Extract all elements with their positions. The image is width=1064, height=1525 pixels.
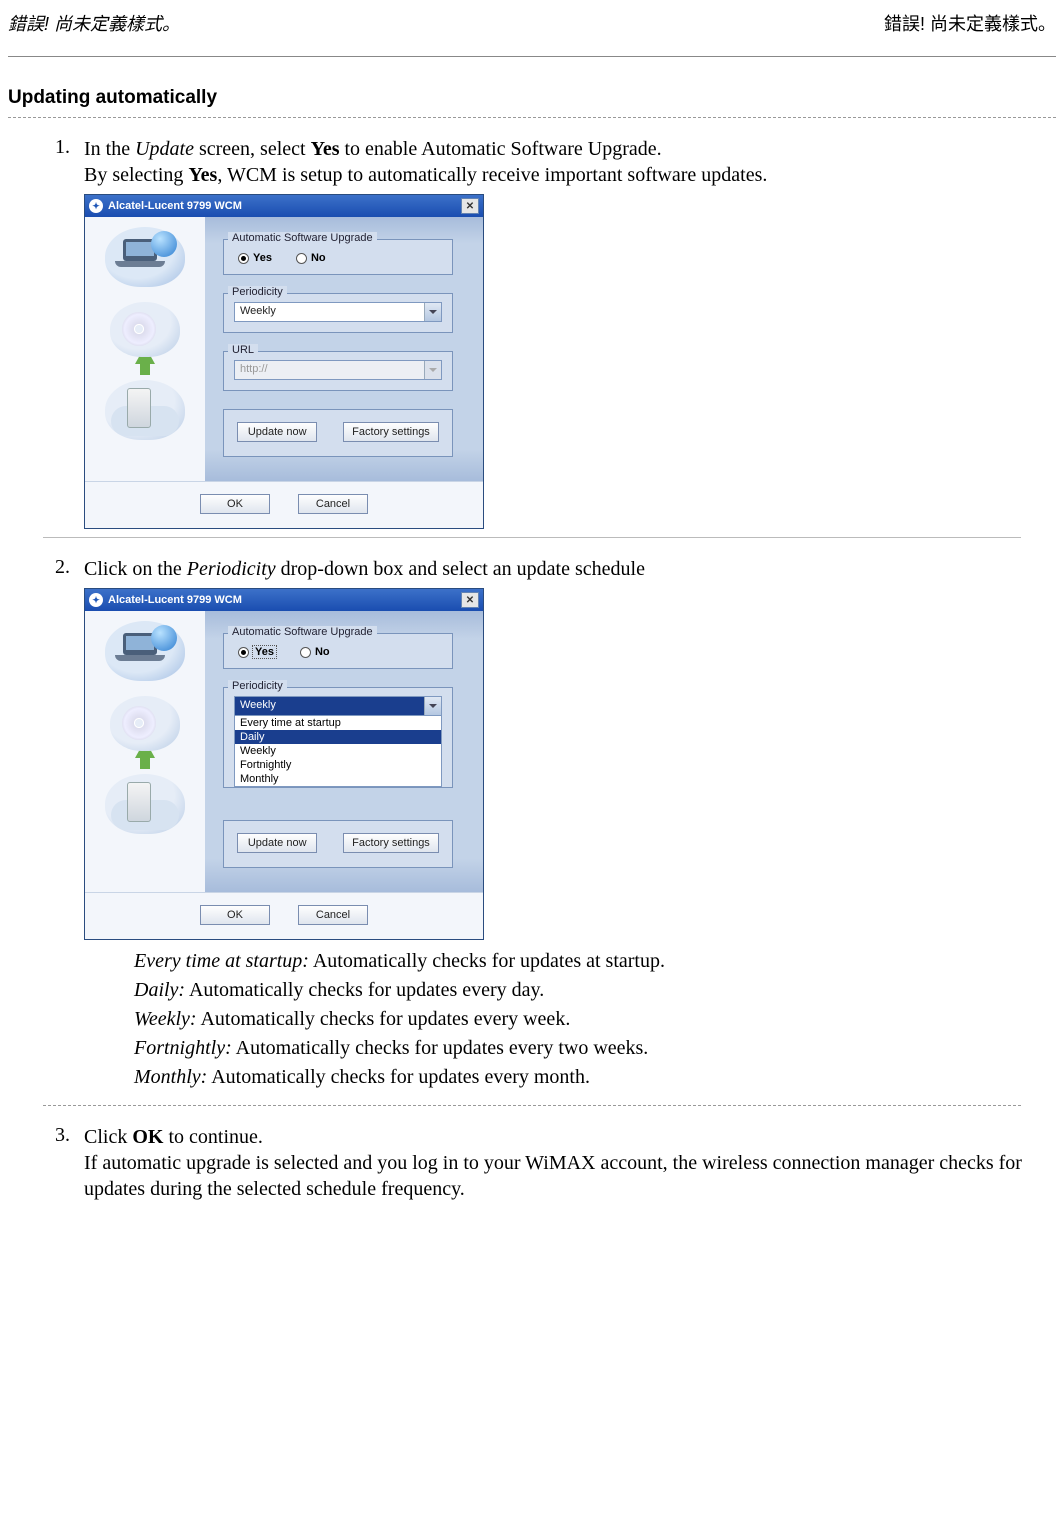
dialog-illustration <box>85 611 205 892</box>
dialog-footer: OK Cancel <box>85 892 483 939</box>
step-1: 1. In the Update screen, select Yes to e… <box>48 136 1056 188</box>
ok-button[interactable]: OK <box>200 494 270 514</box>
server-cloud-icon <box>105 380 185 440</box>
divider <box>43 537 1021 538</box>
page-header: 錯誤! 尚未定義樣式。 錯誤! 尚未定義樣式。 <box>8 10 1056 36</box>
ok-button[interactable]: OK <box>200 905 270 925</box>
url-label: URL <box>228 344 258 356</box>
chevron-down-icon <box>424 361 441 379</box>
app-icon: ✦ <box>89 593 103 607</box>
periodicity-combo[interactable]: Weekly <box>234 302 442 322</box>
option-daily[interactable]: Daily <box>235 730 441 744</box>
radio-yes[interactable]: Yes <box>238 646 276 658</box>
header-error-left: 錯誤! 尚未定義樣式。 <box>8 10 180 36</box>
desc-weekly: Weekly: Automatically checks for updates… <box>134 1006 1056 1033</box>
section-title: Updating automatically <box>8 87 1056 109</box>
auto-upgrade-label: Automatic Software Upgrade <box>228 626 377 638</box>
desc-fortnightly: Fortnightly: Automatically checks for up… <box>134 1035 1056 1062</box>
header-rule <box>8 56 1056 57</box>
screenshot-1: ✦ Alcatel-Lucent 9799 WCM ✕ Automatic So… <box>84 194 1056 529</box>
app-icon: ✦ <box>89 199 103 213</box>
auto-upgrade-fieldset: Automatic Software Upgrade Yes No <box>223 633 453 669</box>
option-fortnightly[interactable]: Fortnightly <box>235 758 441 772</box>
periodicity-descriptions: Every time at startup: Automatically che… <box>134 948 1056 1091</box>
up-arrow-icon <box>135 354 155 375</box>
screenshot-2: ✦ Alcatel-Lucent 9799 WCM ✕ Automatic So… <box>84 588 1056 940</box>
auto-upgrade-fieldset: Automatic Software Upgrade Yes No <box>223 239 453 275</box>
url-fieldset: URL http:// <box>223 351 453 391</box>
action-fieldset: Update now Factory settings <box>223 820 453 868</box>
server-cloud-icon <box>105 774 185 834</box>
option-weekly[interactable]: Weekly <box>235 744 441 758</box>
chevron-down-icon[interactable] <box>424 303 441 321</box>
cancel-button[interactable]: Cancel <box>298 494 368 514</box>
factory-settings-button[interactable]: Factory settings <box>343 833 439 853</box>
action-fieldset: Update now Factory settings <box>223 409 453 457</box>
periodicity-combo[interactable]: Weekly <box>234 696 442 716</box>
step-body: Click on the Periodicity drop-down box a… <box>84 556 1056 582</box>
step-2: 2. Click on the Periodicity drop-down bo… <box>48 556 1056 582</box>
desc-monthly: Monthly: Automatically checks for update… <box>134 1064 1056 1091</box>
divider <box>43 1105 1021 1106</box>
periodicity-fieldset: Periodicity Weekly <box>223 293 453 333</box>
dialog-footer: OK Cancel <box>85 481 483 528</box>
section-rule <box>8 117 1056 118</box>
laptop-globe-icon <box>105 227 185 287</box>
wcm-dialog: ✦ Alcatel-Lucent 9799 WCM ✕ Automatic So… <box>84 588 484 940</box>
periodicity-fieldset: Periodicity Weekly Every time at startup… <box>223 687 453 788</box>
periodicity-label: Periodicity <box>228 680 287 692</box>
cd-icon <box>110 696 180 751</box>
periodicity-list[interactable]: Every time at startup Daily Weekly Fortn… <box>234 716 442 787</box>
dialog-illustration <box>85 217 205 481</box>
laptop-globe-icon <box>105 621 185 681</box>
wcm-dialog: ✦ Alcatel-Lucent 9799 WCM ✕ Automatic So… <box>84 194 484 529</box>
cd-icon <box>110 302 180 357</box>
step-num: 3. <box>48 1124 84 1202</box>
step-body: In the Update screen, select Yes to enab… <box>84 136 1056 188</box>
auto-upgrade-label: Automatic Software Upgrade <box>228 232 377 244</box>
radio-yes[interactable]: Yes <box>238 252 272 264</box>
dialog-titlebar: ✦ Alcatel-Lucent 9799 WCM ✕ <box>85 589 483 611</box>
option-monthly[interactable]: Monthly <box>235 772 441 786</box>
chevron-down-icon[interactable] <box>424 697 441 715</box>
close-button[interactable]: ✕ <box>461 592 479 608</box>
periodicity-value: Weekly <box>235 303 424 321</box>
radio-no[interactable]: No <box>300 646 330 658</box>
update-now-button[interactable]: Update now <box>237 833 317 853</box>
dialog-title: Alcatel-Lucent 9799 WCM <box>108 594 461 606</box>
update-now-button[interactable]: Update now <box>237 422 317 442</box>
url-value: http:// <box>235 361 424 379</box>
close-button[interactable]: ✕ <box>461 198 479 214</box>
cancel-button[interactable]: Cancel <box>298 905 368 925</box>
step-num: 1. <box>48 136 84 188</box>
step-body: Click OK to continue. If automatic upgra… <box>84 1124 1056 1202</box>
up-arrow-icon <box>135 748 155 769</box>
header-error-right: 錯誤! 尚未定義樣式。 <box>884 10 1056 36</box>
url-combo: http:// <box>234 360 442 380</box>
factory-settings-button[interactable]: Factory settings <box>343 422 439 442</box>
step-3: 3. Click OK to continue. If automatic up… <box>48 1124 1056 1202</box>
periodicity-label: Periodicity <box>228 286 287 298</box>
radio-no[interactable]: No <box>296 252 326 264</box>
dialog-titlebar: ✦ Alcatel-Lucent 9799 WCM ✕ <box>85 195 483 217</box>
desc-daily: Daily: Automatically checks for updates … <box>134 977 1056 1004</box>
dialog-title: Alcatel-Lucent 9799 WCM <box>108 200 461 212</box>
periodicity-value: Weekly <box>235 697 424 715</box>
desc-startup: Every time at startup: Automatically che… <box>134 948 1056 975</box>
step-num: 2. <box>48 556 84 582</box>
option-startup[interactable]: Every time at startup <box>235 716 441 730</box>
